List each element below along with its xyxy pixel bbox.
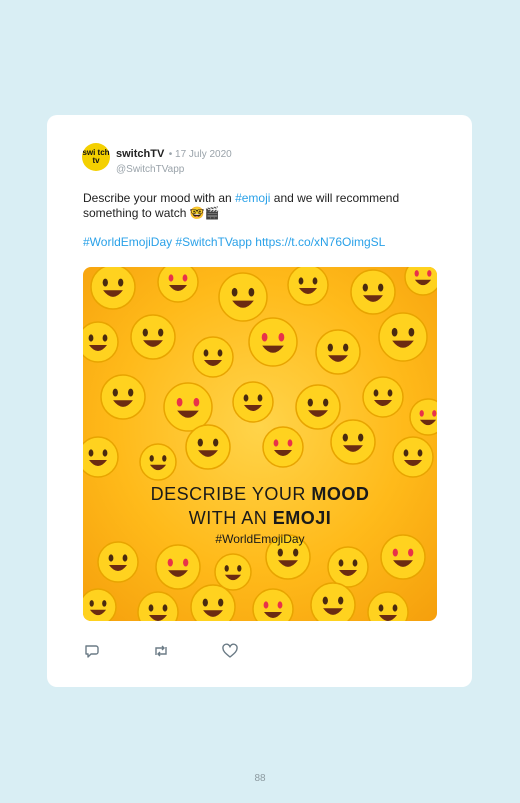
emoji-face (214, 553, 252, 591)
image-hashtag: #WorldEmojiDay (215, 532, 305, 546)
emoji-face (163, 382, 213, 432)
retweet-icon[interactable] (152, 643, 170, 659)
avatar[interactable]: swi tch tv (82, 143, 110, 171)
emoji-face (155, 544, 201, 590)
page-number: 88 (254, 773, 266, 784)
emoji-face (315, 329, 361, 375)
emoji-face (404, 267, 437, 296)
tweet-date: • 17 July 2020 (168, 149, 232, 160)
like-icon[interactable] (222, 643, 238, 659)
image-headline: DESCRIBE YOUR MOOD WITH AN EMOJI (83, 482, 437, 530)
emoji-face (310, 582, 356, 621)
emoji-face (192, 336, 234, 378)
emoji-face (392, 436, 434, 478)
emoji-face (185, 424, 231, 470)
emoji-face (252, 588, 294, 621)
emoji-face (157, 267, 199, 303)
emoji-face (409, 398, 437, 436)
emoji-face (90, 267, 136, 310)
emoji-face (83, 321, 119, 363)
emoji-face (100, 374, 146, 420)
tweet-card: swi tch tv switchTV • 17 July 2020 @Swit… (47, 115, 472, 687)
tweet-text-start: Describe your mood with an (83, 191, 236, 205)
emoji-face (232, 381, 274, 423)
tweet-meta: switchTV • 17 July 2020 @SwitchTVapp (116, 144, 232, 175)
emoji-face (218, 272, 268, 322)
tweet-tags-links[interactable]: #WorldEmojiDay #SwitchTVapp https://t.co… (83, 235, 385, 249)
emoji-face (190, 584, 236, 621)
emoji-face (97, 541, 139, 583)
emoji-face (83, 436, 119, 478)
reply-icon[interactable] (84, 643, 100, 659)
emoji-face (137, 591, 179, 621)
emoji-face (287, 267, 329, 306)
headline-line2: WITH AN (188, 508, 273, 528)
tweet-text: Describe your mood with an #emoji and we… (83, 191, 443, 221)
emoji-face (362, 376, 404, 418)
emoji-face (330, 419, 376, 465)
headline-emoji: EMOJI (272, 508, 332, 528)
hashtag-link-emoji[interactable]: #emoji (235, 191, 270, 205)
emoji-pattern (83, 267, 437, 621)
emoji-face (262, 426, 304, 468)
emoji-face (295, 384, 341, 430)
emoji-face (350, 269, 396, 315)
emoji-face (327, 546, 369, 588)
tweet-header: swi tch tv switchTV • 17 July 2020 @Swit… (82, 143, 232, 175)
tweet-image[interactable]: DESCRIBE YOUR MOOD WITH AN EMOJI #WorldE… (83, 267, 437, 621)
emoji-face (378, 312, 428, 362)
emoji-face (367, 591, 409, 621)
headline-line1: DESCRIBE YOUR (150, 484, 312, 504)
emoji-face (83, 588, 117, 621)
headline-mood: MOOD (311, 484, 370, 504)
emoji-face (139, 443, 177, 481)
tweet-actions (84, 643, 238, 659)
emoji-face (130, 314, 176, 360)
account-handle[interactable]: @SwitchTVapp (116, 164, 232, 175)
emoji-face (248, 317, 298, 367)
account-name[interactable]: switchTV (116, 148, 164, 160)
